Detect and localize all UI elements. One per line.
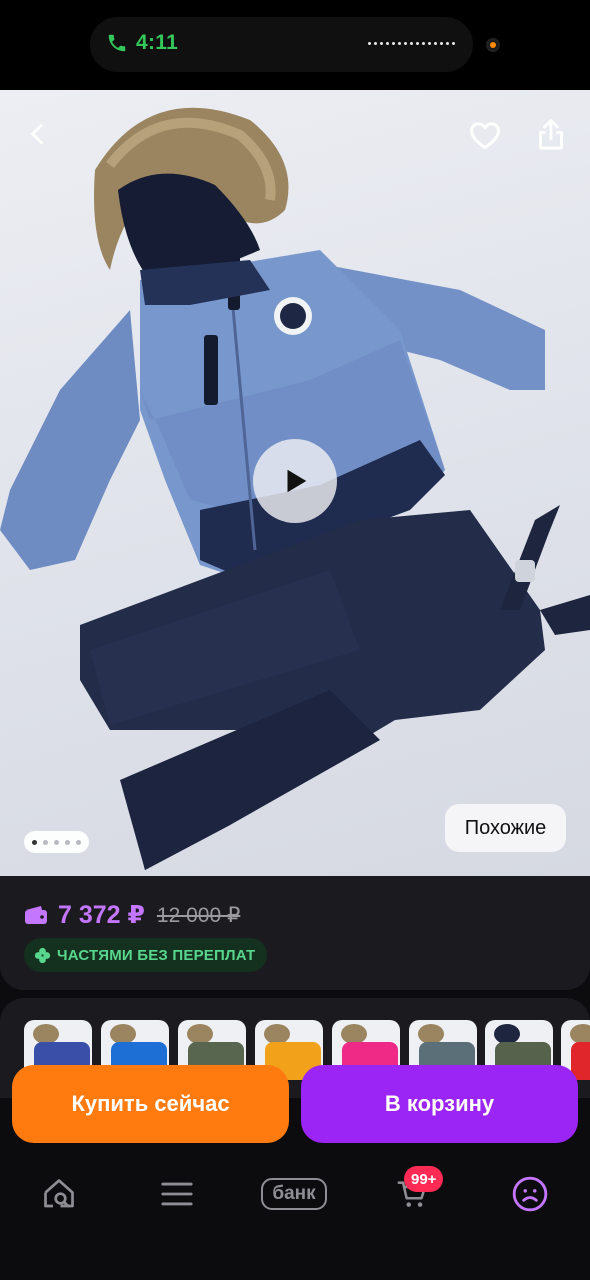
play-icon	[287, 469, 307, 493]
old-price: 12 000 ₽	[156, 903, 241, 927]
bank-label: банк	[261, 1178, 327, 1210]
status-bar: 4:11	[0, 0, 590, 90]
tab-bank[interactable]: банк	[255, 1172, 333, 1216]
product-gallery[interactable]: Похожие	[0, 90, 590, 876]
gallery-pagination	[24, 831, 89, 853]
profile-icon	[512, 1176, 548, 1212]
price-card: 7 372 ₽ 12 000 ₽ ЧАСТЯМИ БЕЗ ПЕРЕПЛАТ	[0, 876, 590, 990]
status-time: 4:11	[136, 31, 179, 54]
buy-now-button[interactable]: Купить сейчас	[12, 1065, 289, 1143]
chevron-left-icon	[31, 123, 43, 145]
installment-badge[interactable]: ЧАСТЯМИ БЕЗ ПЕРЕПЛАТ	[24, 938, 268, 972]
price-row: 7 372 ₽ 12 000 ₽	[24, 900, 240, 930]
tab-catalog[interactable]	[147, 1172, 207, 1216]
similar-button[interactable]: Похожие	[445, 804, 566, 852]
current-price: 7 372 ₽	[58, 901, 145, 929]
camera-indicator-icon	[486, 38, 500, 52]
audio-wave-icon	[368, 42, 455, 45]
share-icon	[539, 119, 563, 150]
play-video-button[interactable]	[253, 439, 337, 523]
home-search-icon	[44, 1179, 74, 1208]
heart-icon	[470, 122, 500, 150]
tab-home[interactable]	[29, 1172, 89, 1216]
add-to-cart-button[interactable]: В корзину	[301, 1065, 578, 1143]
cart-count-badge: 99+	[404, 1166, 444, 1192]
dynamic-island[interactable]: 4:11	[90, 17, 473, 72]
bottom-tab-bar: банк	[0, 1150, 590, 1280]
product-screen: 4:11 Похожие 7 372 ₽ 12 000 ₽ ЧАСТЯМИ БЕ…	[0, 0, 590, 1280]
menu-icon	[161, 1182, 193, 1206]
favorite-button[interactable]	[461, 111, 509, 159]
wallet-icon	[25, 906, 47, 924]
call-indicator: 4:11	[106, 31, 178, 55]
share-button[interactable]	[527, 111, 575, 159]
installment-label: ЧАСТЯМИ БЕЗ ПЕРЕПЛАТ	[57, 946, 256, 964]
phone-icon	[108, 34, 126, 52]
clover-icon	[34, 947, 51, 963]
back-button[interactable]	[14, 110, 62, 158]
tab-profile[interactable]	[500, 1172, 560, 1216]
